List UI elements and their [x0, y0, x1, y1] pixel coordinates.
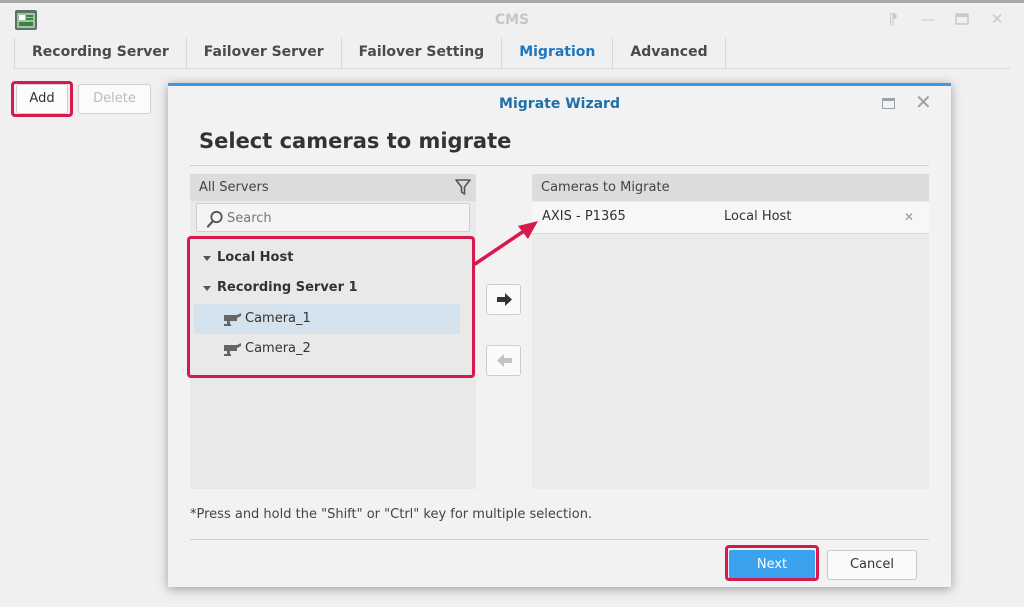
cancel-button[interactable]: Cancel: [827, 550, 917, 580]
migrate-camera-name: AXIS - P1365: [542, 209, 626, 224]
tab-migration[interactable]: Migration: [502, 38, 614, 68]
main-tab-bar: Recording Server Failover Server Failove…: [14, 38, 726, 68]
dialog-close-icon[interactable]: ✕: [915, 92, 932, 112]
arrow-right-icon: [497, 293, 512, 306]
close-icon[interactable]: ✕: [988, 10, 1006, 28]
move-right-button[interactable]: [486, 284, 521, 315]
cameras-to-migrate-panel: Cameras to Migrate AXIS - P1365 Local Ho…: [532, 174, 929, 489]
divider: [190, 539, 929, 540]
remove-row-icon[interactable]: ✕: [904, 202, 914, 232]
migrate-target-server: Local Host: [724, 209, 792, 224]
dialog-heading: Select cameras to migrate: [199, 129, 512, 153]
maximize-icon[interactable]: [953, 10, 971, 28]
search-input[interactable]: [227, 207, 463, 229]
search-icon: [206, 210, 223, 228]
all-servers-panel: All Servers Local Host Recording Server …: [190, 174, 476, 489]
minimize-icon[interactable]: —: [919, 10, 937, 28]
add-button[interactable]: Add: [16, 84, 68, 114]
selection-hint: *Press and hold the "Shift" or "Ctrl" ke…: [190, 507, 593, 522]
camera-icon: [224, 313, 241, 326]
delete-button[interactable]: Delete: [78, 84, 151, 114]
migrate-list-row[interactable]: AXIS - P1365 Local Host ✕: [532, 202, 929, 234]
migrate-wizard-dialog: Migrate Wizard ✕ Select cameras to migra…: [168, 83, 951, 587]
expand-caret-icon[interactable]: [203, 256, 211, 261]
cameras-to-migrate-header: Cameras to Migrate: [532, 174, 929, 201]
move-left-button[interactable]: [486, 345, 521, 376]
divider: [190, 165, 929, 166]
tab-bar-divider: [14, 68, 1010, 69]
tab-failover-setting[interactable]: Failover Setting: [342, 38, 503, 68]
tab-advanced[interactable]: Advanced: [613, 38, 726, 68]
next-button[interactable]: Next: [729, 550, 815, 580]
window-title: CMS: [494, 12, 530, 28]
arrow-left-icon: [497, 354, 512, 367]
dialog-title: Migrate Wizard: [499, 96, 620, 112]
pin-icon[interactable]: ⁋: [884, 10, 902, 28]
tree-node-camera-1[interactable]: Camera_1: [194, 304, 460, 334]
camera-icon: [224, 343, 241, 356]
dialog-maximize-icon[interactable]: [882, 98, 895, 109]
tree-node-camera-2[interactable]: Camera_2: [194, 334, 460, 364]
tree-node-recording-server-1[interactable]: Recording Server 1: [194, 273, 460, 303]
filter-icon[interactable]: [455, 179, 471, 196]
window-top-border: [0, 0, 1024, 3]
tab-failover-server[interactable]: Failover Server: [187, 38, 342, 68]
search-box[interactable]: [196, 203, 470, 232]
all-servers-header: All Servers: [190, 174, 476, 201]
expand-caret-icon[interactable]: [203, 286, 211, 291]
tab-recording-server[interactable]: Recording Server: [14, 38, 187, 68]
tree-node-local-host[interactable]: Local Host: [194, 243, 460, 273]
all-servers-header-label: All Servers: [199, 180, 269, 195]
